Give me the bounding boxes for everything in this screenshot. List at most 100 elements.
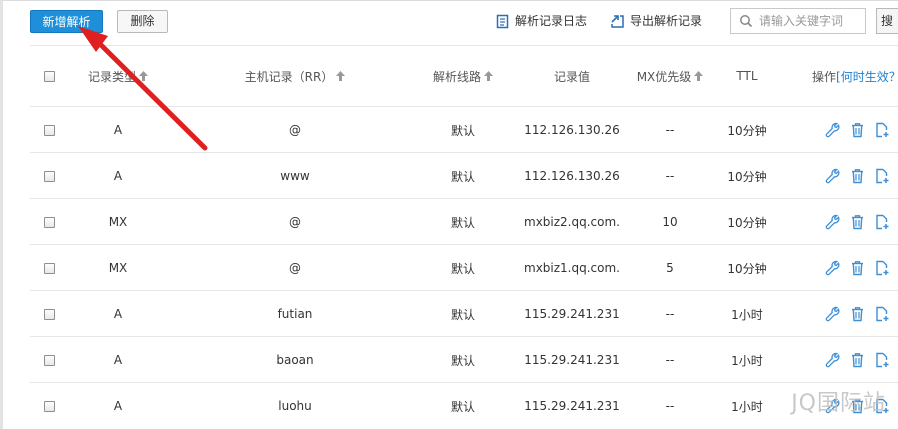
add-record-icon[interactable]: [874, 214, 890, 230]
cell-value: mxbiz2.qq.com.: [524, 215, 620, 229]
cell-mx: 5: [666, 261, 674, 275]
add-record-icon[interactable]: [874, 306, 890, 322]
row-select-cell: [39, 291, 59, 337]
cell-ttl: 10分钟: [727, 169, 767, 184]
col-mx[interactable]: MX优先级: [630, 46, 710, 106]
col-type[interactable]: 记录类型: [70, 46, 166, 106]
delete-icon[interactable]: [850, 260, 865, 276]
cell-mx: --: [665, 399, 675, 413]
select-all-checkbox[interactable]: [43, 70, 55, 82]
col-line[interactable]: 解析线路: [417, 46, 509, 106]
cell-mx: --: [665, 353, 675, 367]
col-ttl: TTL: [724, 46, 770, 106]
add-record-icon[interactable]: [874, 260, 890, 276]
col-host-label: 主机记录（RR）: [244, 69, 334, 84]
edit-icon[interactable]: [825, 168, 841, 184]
row-checkbox[interactable]: [43, 400, 55, 412]
record-log-label: 解析记录日志: [515, 14, 588, 28]
cell-host: @: [289, 261, 301, 275]
table-row: MX @ 默认 mxbiz1.qq.com. 5 10分钟: [30, 245, 898, 291]
col-ops: 操作 [何时生效？: [812, 46, 898, 106]
export-records-label: 导出解析记录: [630, 14, 703, 28]
row-select-cell: [39, 107, 59, 153]
row-select-cell: [39, 245, 59, 291]
cell-value: 112.126.130.26: [524, 123, 620, 137]
add-record-button[interactable]: 新增解析: [30, 10, 103, 33]
cell-actions: [825, 337, 895, 383]
cell-actions: [825, 245, 895, 291]
delete-icon[interactable]: [850, 306, 865, 322]
row-checkbox[interactable]: [43, 308, 55, 320]
cell-actions: [825, 199, 895, 245]
cell-ttl: 1小时: [731, 353, 763, 368]
cell-host: @: [289, 215, 301, 229]
search-button[interactable]: 搜: [876, 8, 898, 34]
row-checkbox[interactable]: [43, 124, 55, 136]
cell-type: A: [113, 307, 123, 321]
search-input[interactable]: [759, 14, 859, 28]
top-border: [3, 0, 898, 1]
table-row: Aluohu 默认 115.29.241.231 -- 1小时: [30, 383, 898, 429]
cell-type: MX: [108, 215, 128, 229]
cell-actions: [825, 153, 895, 199]
cell-type: A: [113, 399, 123, 413]
sort-icon: [139, 71, 148, 81]
export-records-link[interactable]: 导出解析记录: [610, 11, 702, 31]
row-checkbox[interactable]: [43, 170, 55, 182]
add-record-icon[interactable]: [874, 122, 890, 138]
cell-line: 默认: [450, 353, 475, 368]
cell-ttl: 1小时: [731, 399, 763, 414]
col-ttl-label: TTL: [736, 69, 758, 83]
col-type-label: 记录类型: [87, 69, 136, 84]
edit-icon[interactable]: [825, 352, 841, 368]
add-record-icon[interactable]: [874, 168, 890, 184]
cell-ttl: 10分钟: [727, 123, 767, 138]
cell-host: baoan: [276, 353, 314, 367]
edit-icon[interactable]: [825, 214, 841, 230]
effective-time-link[interactable]: [何时生效？: [836, 68, 898, 85]
row-checkbox[interactable]: [43, 216, 55, 228]
table-row: A @ 默认 112.126.130.26 -- 10分钟: [30, 107, 898, 153]
edit-icon[interactable]: [825, 122, 841, 138]
cell-line: 默认: [450, 307, 475, 322]
cell-actions: [825, 291, 895, 337]
cell-value: 115.29.241.231: [524, 399, 620, 413]
add-record-icon[interactable]: [874, 352, 890, 368]
select-all-cell: [39, 46, 59, 106]
export-icon: [611, 14, 624, 28]
edit-icon[interactable]: [825, 306, 841, 322]
col-value-label: 记录值: [553, 69, 590, 84]
cell-actions: [825, 107, 895, 153]
cell-mx: --: [665, 123, 675, 137]
row-select-cell: [39, 199, 59, 245]
watermark: JQ国际站: [791, 391, 886, 416]
cell-host: luohu: [278, 399, 312, 413]
col-host[interactable]: 主机记录（RR）: [225, 46, 365, 106]
cell-value: 115.29.241.231: [524, 307, 620, 321]
cell-type: A: [113, 123, 123, 137]
delete-button[interactable]: 删除: [117, 10, 168, 33]
cell-host: www: [280, 169, 310, 183]
cell-value: 115.29.241.231: [524, 353, 620, 367]
row-checkbox[interactable]: [43, 262, 55, 274]
row-checkbox[interactable]: [43, 354, 55, 366]
table-row: Afutian 默认 115.29.241.231 -- 1小时: [30, 291, 898, 337]
cell-type: A: [113, 169, 123, 183]
cell-mx: --: [665, 169, 675, 183]
sort-icon: [484, 71, 493, 81]
delete-icon[interactable]: [850, 352, 865, 368]
delete-icon[interactable]: [850, 122, 865, 138]
col-line-label: 解析线路: [432, 69, 481, 84]
delete-icon[interactable]: [850, 168, 865, 184]
row-select-cell: [39, 337, 59, 383]
cell-mx: --: [665, 307, 675, 321]
cell-line: 默认: [450, 261, 475, 276]
cell-mx: 10: [662, 215, 678, 229]
row-select-cell: [39, 153, 59, 199]
record-log-link[interactable]: 解析记录日志: [496, 11, 587, 31]
document-icon: [496, 14, 509, 28]
delete-icon[interactable]: [850, 214, 865, 230]
cell-line: 默认: [450, 169, 475, 184]
search-box[interactable]: [730, 8, 866, 34]
edit-icon[interactable]: [825, 260, 841, 276]
